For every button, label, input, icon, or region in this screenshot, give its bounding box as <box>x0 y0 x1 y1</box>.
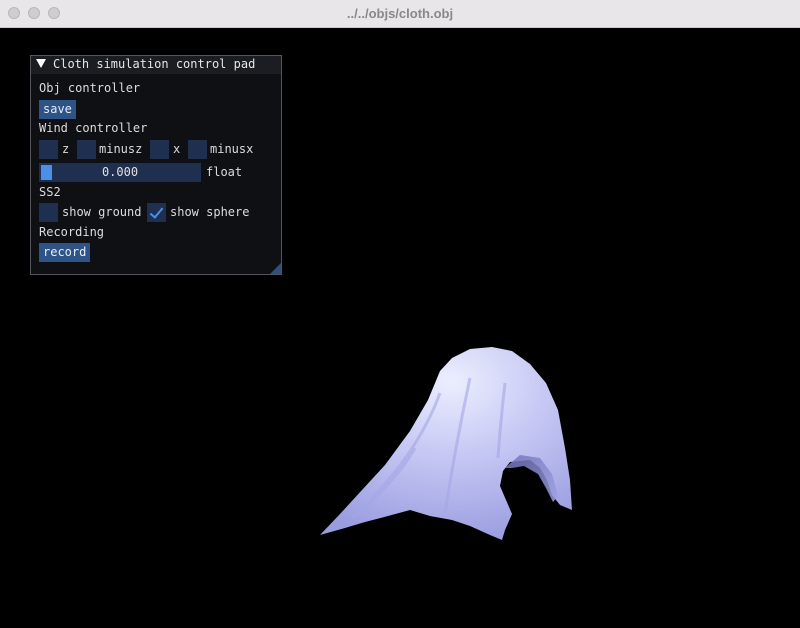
wind-minusx-checkbox[interactable] <box>188 140 207 159</box>
collapse-triangle-icon[interactable] <box>36 59 46 68</box>
wind-z-label: z <box>62 142 70 156</box>
wind-minusx-label: minusx <box>210 142 254 156</box>
slider-label: float <box>206 165 243 179</box>
panel-header[interactable]: Cloth simulation control pad <box>31 56 281 74</box>
show-sphere-label: show sphere <box>170 205 250 219</box>
obj-controller-label: Obj controller <box>39 81 141 95</box>
panel-title: Cloth simulation control pad <box>53 57 256 71</box>
control-pad-panel: Cloth simulation control pad Obj control… <box>30 55 282 275</box>
slider-value: 0.000 <box>101 165 139 179</box>
ss2-label: SS2 <box>39 185 61 199</box>
record-button[interactable]: record <box>39 243 91 262</box>
window-title: ../../objs/cloth.obj <box>346 6 454 21</box>
wind-z-checkbox[interactable] <box>39 140 58 159</box>
wind-minusz-checkbox[interactable] <box>77 140 96 159</box>
recording-label: Recording <box>39 225 105 239</box>
resize-grip-icon[interactable] <box>270 263 281 274</box>
wind-controller-label: Wind controller <box>39 121 148 135</box>
title-bar[interactable]: ../../objs/cloth.obj <box>0 0 800 28</box>
save-button[interactable]: save <box>39 100 76 119</box>
wind-float-slider[interactable]: 0.000 <box>39 163 201 182</box>
wind-x-label: x <box>173 142 181 156</box>
show-sphere-checkbox[interactable] <box>147 203 166 222</box>
app-window: ../../objs/cloth.obj Cloth simulation co… <box>0 0 800 628</box>
wind-minusz-label: minusz <box>99 142 143 156</box>
show-ground-checkbox[interactable] <box>39 203 58 222</box>
show-ground-label: show ground <box>62 205 142 219</box>
wind-x-checkbox[interactable] <box>150 140 169 159</box>
